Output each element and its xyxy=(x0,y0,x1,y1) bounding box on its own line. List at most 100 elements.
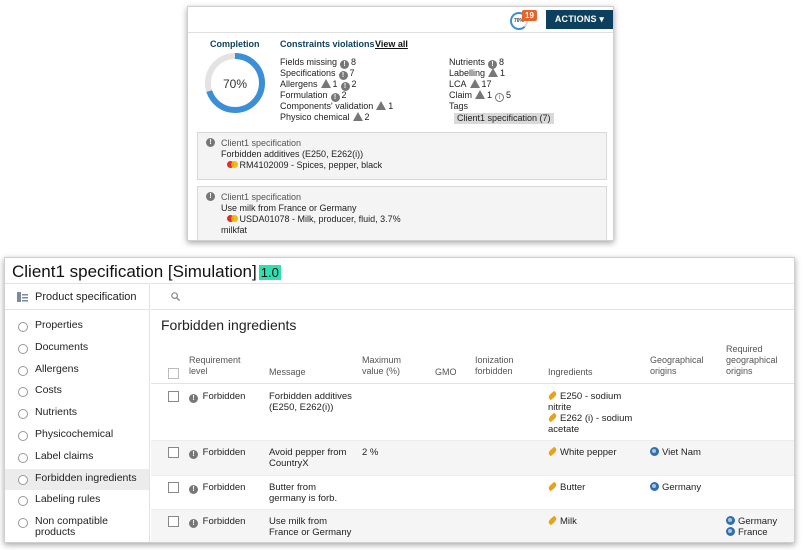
ingredient-link[interactable]: E262 (i) - sodium acetate xyxy=(547,412,644,435)
radio-icon[interactable] xyxy=(18,496,28,507)
violation-label: LCA xyxy=(449,79,467,89)
ingredient-name: Butter xyxy=(560,482,586,493)
violation-count: 2 xyxy=(351,79,357,89)
sidebar-item-label: Allergens xyxy=(35,362,79,375)
sidebar-header-label: Product specification xyxy=(35,291,137,303)
ingredient-name: Milk xyxy=(560,516,577,527)
ingredient-icon xyxy=(547,390,558,401)
sidebar-item-costs[interactable]: Costs xyxy=(5,381,149,403)
radio-icon[interactable] xyxy=(18,343,28,354)
sidebar-item-nutrients[interactable]: Nutrients xyxy=(5,403,149,425)
sidebar-item-label-claims[interactable]: Label claims xyxy=(5,447,149,469)
violation-count: 1 xyxy=(487,90,493,100)
violation-label: Nutrients xyxy=(449,57,486,67)
sidebar-item-properties[interactable]: Properties xyxy=(5,316,149,338)
radio-icon[interactable] xyxy=(18,365,28,376)
exclamation-icon: ! xyxy=(189,519,198,528)
table-row[interactable]: ! Forbidden Butter from germany is forb. B… xyxy=(151,476,794,510)
col-max-value[interactable]: Maximum value (%) xyxy=(362,355,412,377)
table-header: Requirement level Message Maximum value … xyxy=(151,343,794,384)
sidebar-item-label: Forbidden ingredients xyxy=(35,471,137,484)
violation-row[interactable]: Physico chemical 2 xyxy=(280,112,393,123)
col-message[interactable]: Message xyxy=(269,367,306,378)
spec-item-title: Client1 specification xyxy=(221,192,302,202)
radio-icon[interactable] xyxy=(18,474,28,485)
violation-row[interactable]: Labelling 1 xyxy=(449,68,511,79)
geo-origin[interactable]: Viet Nam xyxy=(650,447,701,458)
violation-label: Labelling xyxy=(449,68,486,78)
violation-count: 7 xyxy=(349,68,355,78)
required-geo-origin-name: France xyxy=(738,527,768,538)
row-checkbox[interactable] xyxy=(168,391,179,402)
required-geo-origin[interactable]: Germany xyxy=(726,516,777,527)
requirement-level: Forbidden xyxy=(202,391,246,402)
ingredient-link[interactable]: White pepper xyxy=(547,446,644,458)
sidebar-item-labeling-rules[interactable]: Labeling rules xyxy=(5,490,149,512)
select-all-checkbox[interactable] xyxy=(168,368,179,379)
violation-row[interactable]: LCA 17 xyxy=(449,79,511,90)
specification-window: Client1 specification [Simulation] 1.0 Pr… xyxy=(4,257,795,543)
violation-count: 1 xyxy=(388,101,394,111)
search-icon[interactable] xyxy=(171,292,180,301)
col-ingredients[interactable]: Ingredients xyxy=(548,367,593,378)
violation-label: Formulation xyxy=(280,90,328,100)
col-geo-origins[interactable]: Geographical origins xyxy=(650,355,714,377)
radio-icon[interactable] xyxy=(18,322,28,332)
col-gmo[interactable]: GMO xyxy=(435,367,457,378)
page-title: Client1 specification [Simulation] 1.0 xyxy=(12,262,281,282)
violation-row[interactable]: Allergens 1! 2 xyxy=(280,79,393,91)
radio-icon[interactable] xyxy=(18,518,28,529)
violation-row[interactable]: Specifications! 7 xyxy=(280,68,393,80)
violation-row[interactable]: Components' validation 1 xyxy=(280,101,393,112)
radio-icon[interactable] xyxy=(18,452,28,463)
sidebar-item-allergens[interactable]: Allergens xyxy=(5,360,149,382)
geo-origin[interactable]: Germany xyxy=(650,482,701,493)
ingredient-link[interactable]: Milk xyxy=(547,515,644,527)
violation-row[interactable]: Claim 1 i 5 xyxy=(449,90,511,102)
violation-row[interactable]: Nutrients! 8 xyxy=(449,57,511,69)
sidebar-item-label: Costs xyxy=(35,384,62,397)
actions-button[interactable]: ACTIONS ▾ xyxy=(546,10,613,29)
col-requirement[interactable]: Requirement level xyxy=(189,355,249,377)
violation-count: 8 xyxy=(351,57,357,67)
violation-count: 2 xyxy=(341,90,347,100)
radio-icon[interactable] xyxy=(18,430,28,441)
ingredient-link[interactable]: Butter xyxy=(547,481,644,493)
sidebar-header[interactable]: Product specification xyxy=(5,283,149,310)
required-geo-origin[interactable]: France xyxy=(726,527,777,538)
ingredient-name: E250 - sodium nitrite xyxy=(548,391,622,413)
sidebar-item-documents[interactable]: Documents xyxy=(5,338,149,360)
tags-label: Tags xyxy=(449,101,469,111)
globe-icon xyxy=(726,527,735,536)
ingredient-icon xyxy=(547,446,558,457)
warning-icon xyxy=(352,112,363,121)
raw-material-link[interactable]: USDA01078 - Milk, producer, fluid, 3.7% xyxy=(240,214,401,224)
spec-violation-item[interactable]: ! Client1 specification Use milk from Fr… xyxy=(197,186,607,240)
tag-chip[interactable]: Client1 specification (7) xyxy=(454,113,554,124)
sidebar-item-physicochemical[interactable]: Physicochemical xyxy=(5,425,149,447)
violation-row[interactable]: Formulation! 2 xyxy=(280,90,393,102)
section-heading: Forbidden ingredients xyxy=(161,317,297,333)
row-checkbox[interactable] xyxy=(168,447,179,458)
violations-count-badge[interactable]: 19 xyxy=(522,10,537,21)
row-checkbox[interactable] xyxy=(168,482,179,493)
spec-violation-item[interactable]: ! Client1 specification Forbidden additi… xyxy=(197,132,607,180)
ingredient-link[interactable]: E250 - sodium nitrite xyxy=(547,390,644,413)
radio-icon[interactable] xyxy=(18,387,28,398)
col-required-geo-origins[interactable]: Required geographical origins xyxy=(726,344,790,377)
table-row[interactable]: ! Forbidden Use milk from France or Germa… xyxy=(151,510,794,542)
required-geo-origin-name: Germany xyxy=(738,516,778,527)
violation-count: 8 xyxy=(499,57,505,67)
sidebar-item-forbidden-ingredients[interactable]: Forbidden ingredients xyxy=(5,468,149,491)
violation-row[interactable]: Fields missing! 8 xyxy=(280,57,393,69)
raw-material-link[interactable]: RM4102009 - Spices, pepper, black xyxy=(240,160,383,170)
sidebar-item-non-compatible-products[interactable]: Non compatible products xyxy=(5,512,149,538)
table-row[interactable]: ! Forbidden Avoid pepper from CountryX 2 %… xyxy=(151,441,794,476)
geo-origin-name: Viet Nam xyxy=(662,447,701,458)
globe-icon xyxy=(726,516,735,525)
col-ionization[interactable]: Ionization forbidden xyxy=(475,355,531,377)
view-all-link[interactable]: View all xyxy=(375,39,408,49)
table-row[interactable]: ! Forbidden Forbidden additives (E250, E2… xyxy=(151,385,794,441)
row-checkbox[interactable] xyxy=(168,516,179,527)
radio-icon[interactable] xyxy=(18,409,28,420)
